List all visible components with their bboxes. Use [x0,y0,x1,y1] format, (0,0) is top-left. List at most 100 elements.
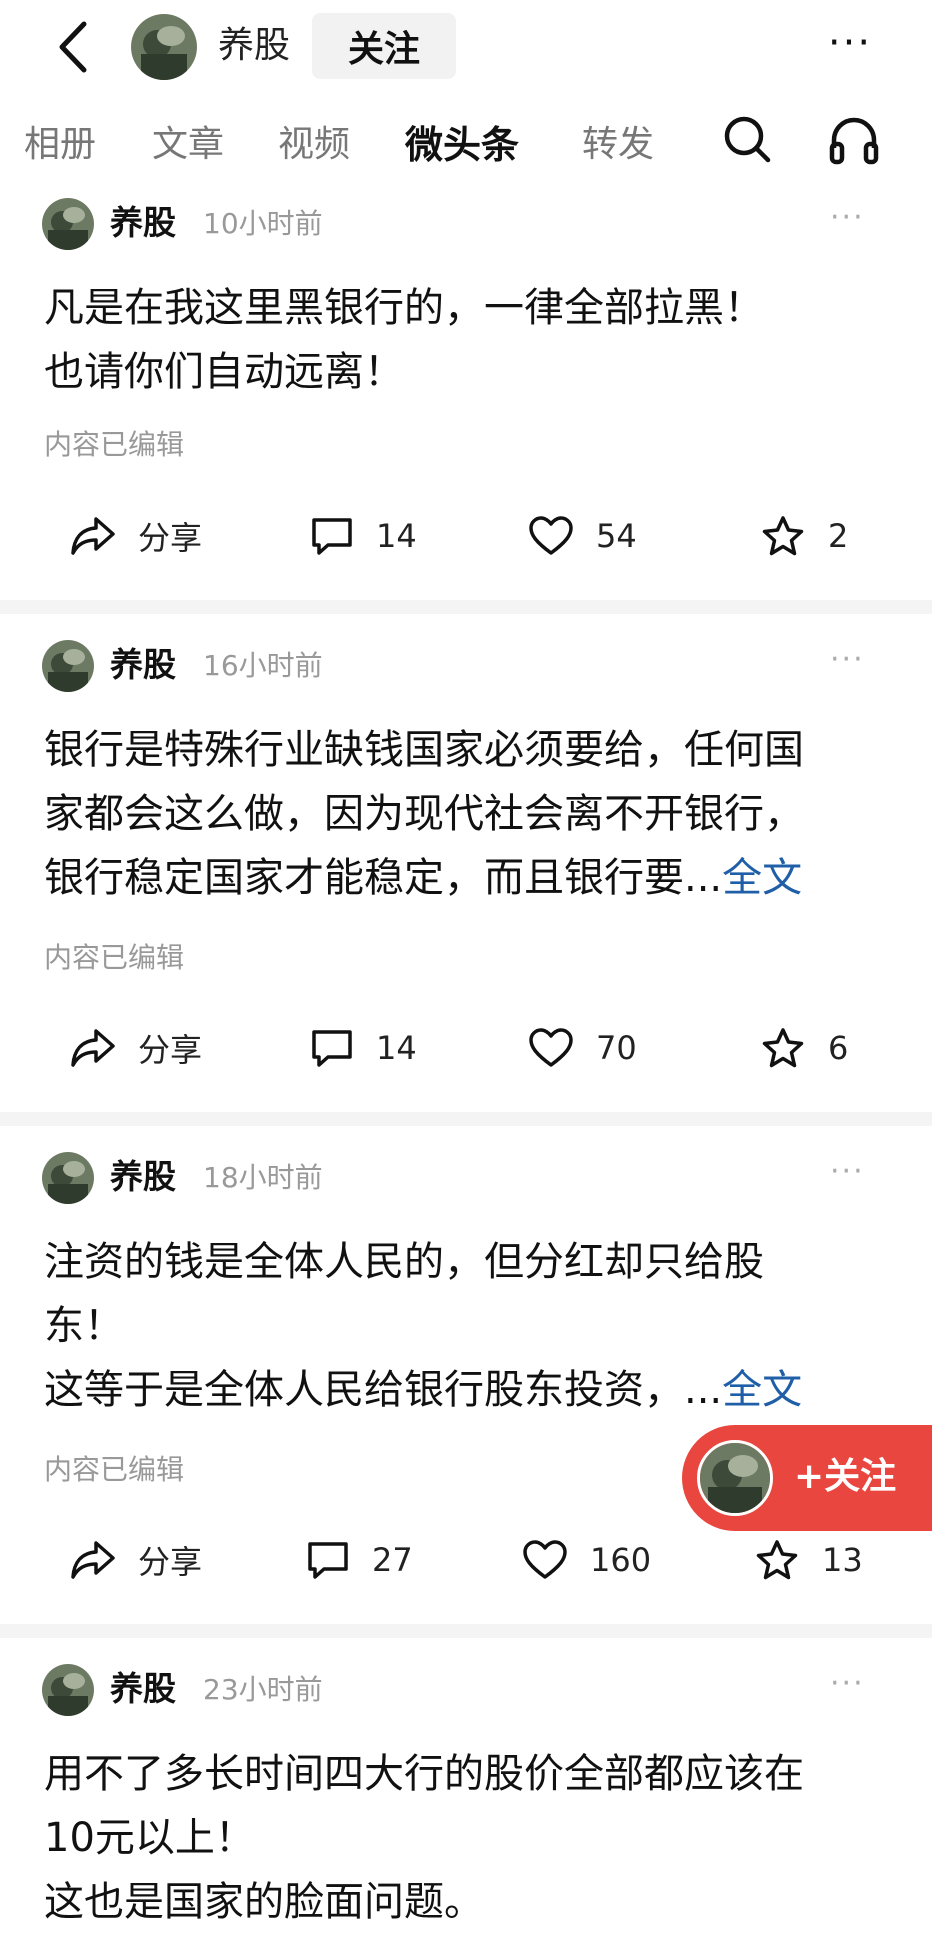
post-time: 18小时前 [203,1161,323,1194]
read-full-link[interactable]: 全文 [722,1367,802,1413]
more-options-button[interactable]: ··· [820,20,880,70]
post-text-line: 这等于是全体人民给银行股东投资，...全文 [44,1367,803,1413]
post-time: 16小时前 [203,649,323,682]
share-button[interactable]: 分享 [70,506,202,566]
like-button[interactable]: 160 [522,1530,651,1590]
avatar[interactable] [131,14,197,80]
like-count: 70 [596,1029,637,1067]
post-author[interactable]: 养股 [110,644,176,686]
post-time: 23小时前 [203,1673,323,1706]
post-text-line: 这也是国家的脸面问题。 [44,1879,484,1925]
headphones-icon [829,117,879,165]
share-label: 分享 [138,1031,203,1069]
post-text[interactable]: 用不了多长时间四大行的股价全部都应该在 10元以上！ 这也是国家的脸面问题。 [44,1742,894,1934]
avatar[interactable] [42,1152,94,1204]
post-author[interactable]: 养股 [110,1156,176,1198]
floating-follow-button[interactable]: +关注 [682,1425,932,1531]
follow-button[interactable]: 关注 [312,13,456,79]
favorite-button[interactable]: 13 [754,1530,863,1590]
floating-follow-label: +关注 [794,1456,897,1497]
comment-icon [312,518,352,555]
comment-icon [308,1542,348,1579]
avatar[interactable] [42,1664,94,1716]
post-text-line: 家都会这么做，因为现代社会离不开银行， [44,791,804,837]
favorite-button[interactable]: 6 [760,1018,848,1078]
divider [0,1112,932,1126]
star-icon [762,516,804,556]
post-text[interactable]: 凡是在我这里黑银行的，一律全部拉黑！ 也请你们自动远离！ [44,276,894,404]
post-actions: 分享 14 70 6 [0,1018,932,1078]
share-label: 分享 [138,519,203,557]
post-more-icon[interactable]: ··· [830,200,865,235]
like-count: 160 [590,1541,652,1579]
like-button[interactable]: 70 [528,1018,637,1078]
chevron-left-icon [59,21,87,73]
like-button[interactable]: 54 [528,506,637,566]
favorite-count: 13 [822,1541,863,1579]
comment-button[interactable]: 14 [310,506,417,566]
post-text-line: 东！ [44,1303,124,1349]
post-more-icon[interactable]: ··· [830,1154,865,1189]
share-button[interactable]: 分享 [70,1018,202,1078]
favorite-count: 6 [828,1029,849,1067]
search-icon [724,116,771,163]
star-icon [756,1540,798,1580]
share-label: 分享 [138,1543,203,1581]
comment-button[interactable]: 14 [310,1018,417,1078]
search-button[interactable] [720,112,776,168]
comment-count: 14 [376,1029,417,1067]
star-icon [762,1028,804,1068]
post-time: 10小时前 [203,207,323,240]
post-author[interactable]: 养股 [110,202,176,244]
profile-name: 养股 [218,25,291,66]
tab-album[interactable]: 相册 [24,122,96,168]
share-icon [71,517,115,555]
post-actions: 分享 14 54 2 [0,506,932,566]
favorite-button[interactable]: 2 [760,506,848,566]
post-actions: 分享 27 160 13 [0,1530,932,1590]
avatar[interactable] [42,640,94,692]
share-button[interactable]: 分享 [70,1530,202,1590]
share-icon [71,1541,115,1579]
profile-tabs: 相册 文章 视频 微头条 转发 [0,112,932,182]
tab-micro-headlines[interactable]: 微头条 [405,122,519,168]
heart-icon [523,1540,567,1579]
post-card[interactable]: 养股 23小时前 ··· 用不了多长时间四大行的股价全部都应该在 10元以上！ … [0,1662,932,1934]
top-bar: 养股 关注 ··· [0,0,932,95]
tab-reposts[interactable]: 转发 [582,122,654,168]
post-text-line: 也请你们自动远离！ [44,349,404,395]
comment-button[interactable]: 27 [306,1530,413,1590]
read-full-link[interactable]: 全文 [722,855,802,901]
favorite-count: 2 [828,517,849,555]
post-text-line: 凡是在我这里黑银行的，一律全部拉黑！ [44,285,764,331]
avatar [697,1440,773,1516]
comment-icon [312,1030,352,1067]
post-text-line: 银行是特殊行业缺钱国家必须要给，任何国 [44,727,804,773]
post-card[interactable]: 养股 18小时前 ··· 注资的钱是全体人民的，但分红却只给股 东！ 这等于是全… [0,1150,932,1620]
post-card[interactable]: 养股 16小时前 ··· 银行是特殊行业缺钱国家必须要给，任何国 家都会这么做，… [0,638,932,1108]
like-count: 54 [596,517,637,555]
heart-icon [529,1028,573,1067]
post-more-icon[interactable]: ··· [830,1666,865,1701]
avatar[interactable] [42,198,94,250]
edited-label: 内容已编辑 [44,1453,185,1486]
post-author[interactable]: 养股 [110,1668,176,1710]
post-text-line: 注资的钱是全体人民的，但分红却只给股 [44,1239,764,1285]
comment-count: 14 [376,517,417,555]
post-text[interactable]: 银行是特殊行业缺钱国家必须要给，任何国 家都会这么做，因为现代社会离不开银行， … [44,718,894,910]
post-card[interactable]: 养股 10小时前 ··· 凡是在我这里黑银行的，一律全部拉黑！ 也请你们自动远离… [0,190,932,600]
divider [0,1624,932,1638]
post-text-line: 10元以上！ [44,1815,255,1861]
comment-count: 27 [372,1541,413,1579]
post-text-line: 银行稳定国家才能稳定，而且银行要...全文 [44,855,803,901]
listen-button[interactable] [826,112,882,168]
heart-icon [529,516,573,555]
edited-label: 内容已编辑 [44,941,185,974]
tab-videos[interactable]: 视频 [278,122,350,168]
post-text[interactable]: 注资的钱是全体人民的，但分红却只给股 东！ 这等于是全体人民给银行股东投资，..… [44,1230,894,1422]
post-more-icon[interactable]: ··· [830,642,865,677]
tab-articles[interactable]: 文章 [152,122,224,168]
back-button[interactable] [48,18,98,76]
divider [0,600,932,614]
edited-label: 内容已编辑 [44,428,185,461]
